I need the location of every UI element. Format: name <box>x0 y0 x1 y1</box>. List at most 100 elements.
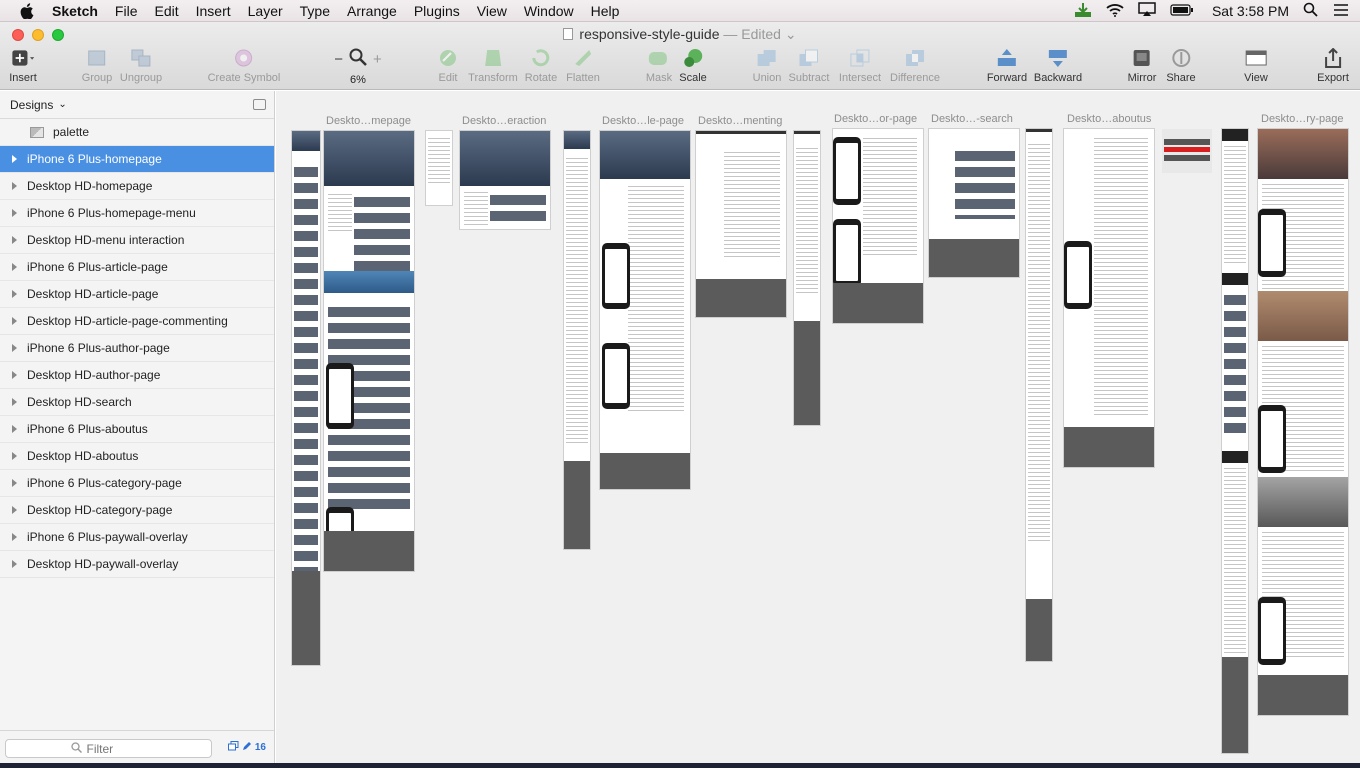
artboard-label[interactable]: Deskto…eraction <box>462 115 546 127</box>
mirror-button[interactable]: Mirror <box>1128 48 1156 84</box>
disclosure-triangle-icon[interactable] <box>12 290 17 298</box>
artboard-desktop-author[interactable] <box>833 129 923 323</box>
ungroup-button[interactable]: Ungroup <box>120 48 162 84</box>
artboard-desktop-article-commenting[interactable] <box>696 131 786 317</box>
layer-item-desktop-author-page[interactable]: Desktop HD-author-page <box>0 362 274 389</box>
layer-filter-field[interactable] <box>5 739 212 758</box>
layer-item-desktop-paywall-overlay[interactable]: Desktop HD-paywall-overlay <box>0 551 274 578</box>
menu-app-name[interactable]: Sketch <box>52 3 98 19</box>
mask-button[interactable]: Mask <box>646 48 672 84</box>
artboard-iphone-aboutus[interactable] <box>1026 129 1052 661</box>
disclosure-triangle-icon[interactable] <box>12 371 17 379</box>
layer-item-iphone-paywall-overlay[interactable]: iPhone 6 Plus-paywall-overlay <box>0 524 274 551</box>
disclosure-triangle-icon[interactable] <box>12 506 17 514</box>
zoom-in-button[interactable]: + <box>373 51 382 68</box>
spotlight-search-icon[interactable] <box>1303 2 1318 20</box>
artboard-iphone-category[interactable] <box>1222 129 1248 753</box>
menu-layer[interactable]: Layer <box>248 3 283 19</box>
airplay-icon[interactable] <box>1138 2 1156 20</box>
disclosure-triangle-icon[interactable] <box>12 317 17 325</box>
artboard-desktop-search[interactable] <box>929 129 1019 277</box>
battery-icon[interactable] <box>1170 3 1194 19</box>
artboard-iphone-homepage-menu[interactable] <box>426 131 452 205</box>
edit-button[interactable]: Edit <box>437 48 459 84</box>
pages-selector[interactable]: Designs ⌄ <box>0 91 274 119</box>
chevron-down-icon[interactable]: ⌄ <box>785 26 797 42</box>
menu-view[interactable]: View <box>477 3 507 19</box>
layer-item-iphone-article-page[interactable]: iPhone 6 Plus-article-page <box>0 254 274 281</box>
menu-arrange[interactable]: Arrange <box>347 3 397 19</box>
disclosure-triangle-icon[interactable] <box>12 560 17 568</box>
design-canvas[interactable]: Deskto…mepage Deskto…eraction Deskto…le-… <box>276 91 1360 763</box>
layer-item-desktop-article-commenting[interactable]: Desktop HD-article-page-commenting <box>0 308 274 335</box>
artboard-label[interactable]: Deskto…le-page <box>602 115 684 127</box>
artboard-desktop-homepage[interactable] <box>324 131 414 571</box>
view-button[interactable]: View <box>1244 48 1268 84</box>
backward-button[interactable]: Backward <box>1034 48 1082 84</box>
menu-insert[interactable]: Insert <box>196 3 231 19</box>
artboard-label[interactable]: Deskto…-search <box>931 113 1013 125</box>
intersect-button[interactable]: Intersect <box>839 48 881 84</box>
export-button[interactable]: Export <box>1317 48 1349 84</box>
apple-icon[interactable] <box>20 2 38 19</box>
toggle-pages-icon[interactable] <box>253 99 266 110</box>
layer-item-iphone-homepage-menu[interactable]: iPhone 6 Plus-homepage-menu <box>0 200 274 227</box>
artboard-label[interactable]: Deskto…or-page <box>834 113 917 125</box>
layer-item-desktop-menu-interaction[interactable]: Desktop HD-menu interaction <box>0 227 274 254</box>
artboard-desktop-article[interactable] <box>600 131 690 489</box>
layer-item-palette[interactable]: palette <box>0 119 274 146</box>
layer-item-iphone-homepage[interactable]: iPhone 6 Plus-homepage <box>0 146 274 173</box>
create-symbol-button[interactable]: Create Symbol <box>208 48 280 84</box>
union-button[interactable]: Union <box>753 48 781 84</box>
menu-plugins[interactable]: Plugins <box>414 3 460 19</box>
artboard-palette[interactable] <box>1162 129 1212 173</box>
artboard-label[interactable]: Deskto…ry-page <box>1261 113 1344 125</box>
transform-button[interactable]: Transform <box>468 48 518 84</box>
filter-input[interactable] <box>86 741 147 756</box>
zoom-out-button[interactable]: − <box>334 51 343 68</box>
artboard-count-indicator[interactable]: 16 <box>227 741 266 754</box>
artboard-desktop-aboutus[interactable] <box>1064 129 1154 467</box>
disclosure-triangle-icon[interactable] <box>12 209 17 217</box>
scale-button[interactable]: Scale <box>679 48 707 84</box>
artboard-label[interactable]: Deskto…mepage <box>326 115 411 127</box>
layer-item-desktop-aboutus[interactable]: Desktop HD-aboutus <box>0 443 274 470</box>
menu-help[interactable]: Help <box>591 3 620 19</box>
artboard-iphone-author[interactable] <box>794 131 820 425</box>
layer-item-desktop-search[interactable]: Desktop HD-search <box>0 389 274 416</box>
wifi-icon[interactable] <box>1106 3 1124 20</box>
disclosure-triangle-icon[interactable] <box>12 155 17 163</box>
disclosure-triangle-icon[interactable] <box>12 236 17 244</box>
insert-button[interactable]: Insert <box>9 48 37 84</box>
layer-item-desktop-article-page[interactable]: Desktop HD-article-page <box>0 281 274 308</box>
flatten-button[interactable]: Flatten <box>566 48 600 84</box>
menu-type[interactable]: Type <box>300 3 330 19</box>
artboard-label[interactable]: Deskto…aboutus <box>1067 113 1151 125</box>
menu-window[interactable]: Window <box>524 3 574 19</box>
artboard-label[interactable]: Deskto…menting <box>698 115 782 127</box>
disclosure-triangle-icon[interactable] <box>12 479 17 487</box>
menu-edit[interactable]: Edit <box>154 3 178 19</box>
disclosure-triangle-icon[interactable] <box>12 425 17 433</box>
disclosure-triangle-icon[interactable] <box>12 398 17 406</box>
layer-item-desktop-category-page[interactable]: Desktop HD-category-page <box>0 497 274 524</box>
menubar-clock[interactable]: Sat 3:58 PM <box>1212 3 1289 19</box>
download-icon[interactable] <box>1074 2 1092 21</box>
difference-button[interactable]: Difference <box>890 48 940 84</box>
artboard-iphone-article[interactable] <box>564 131 590 549</box>
menu-file[interactable]: File <box>115 3 138 19</box>
layer-item-iphone-category-page[interactable]: iPhone 6 Plus-category-page <box>0 470 274 497</box>
subtract-button[interactable]: Subtract <box>789 48 829 84</box>
disclosure-triangle-icon[interactable] <box>12 533 17 541</box>
layer-item-iphone-author-page[interactable]: iPhone 6 Plus-author-page <box>0 335 274 362</box>
disclosure-triangle-icon[interactable] <box>12 263 17 271</box>
layer-item-iphone-aboutus[interactable]: iPhone 6 Plus-aboutus <box>0 416 274 443</box>
group-button[interactable]: Group <box>82 48 112 84</box>
artboard-iphone-homepage[interactable] <box>292 131 320 665</box>
layer-item-desktop-homepage[interactable]: Desktop HD-homepage <box>0 173 274 200</box>
notification-center-icon[interactable] <box>1332 3 1350 20</box>
artboard-desktop-menu-interaction[interactable] <box>460 131 550 229</box>
share-button[interactable]: Share <box>1166 48 1196 84</box>
rotate-button[interactable]: Rotate <box>525 48 557 84</box>
disclosure-triangle-icon[interactable] <box>12 344 17 352</box>
